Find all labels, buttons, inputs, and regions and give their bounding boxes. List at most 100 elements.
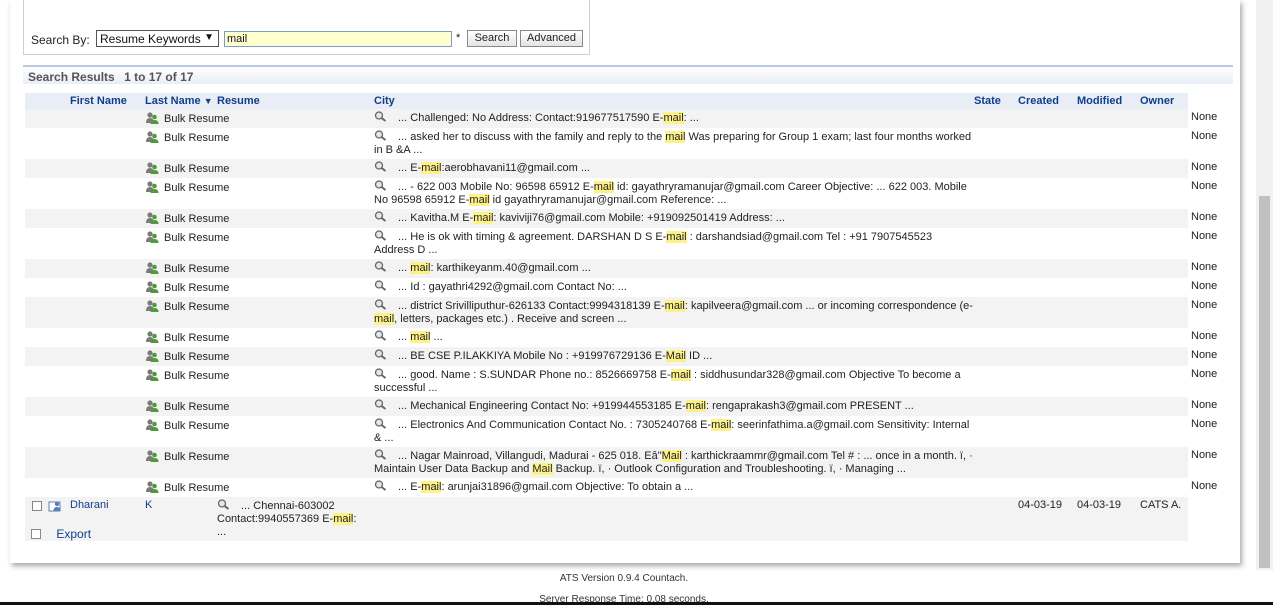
cell-state: [974, 366, 1018, 397]
magnifier-icon[interactable]: [374, 261, 387, 272]
table-row[interactable]: Bulk Resume ... E-mail: arunjai31896@gma…: [25, 478, 1220, 497]
contact-person-icon: [145, 299, 159, 313]
vertical-scrollbar[interactable]: [1256, 0, 1273, 570]
magnifier-icon[interactable]: [374, 299, 387, 310]
required-mark: *: [456, 32, 461, 44]
snippet-text: ID ...: [685, 350, 713, 362]
candidate-first-name[interactable]: Dharani: [70, 499, 109, 511]
table-row[interactable]: Bulk Resume ... He is ok with timing & a…: [25, 228, 1220, 259]
header-extra: [1188, 93, 1220, 109]
snippet-text: , letters, packages etc.) . Receive and …: [394, 313, 627, 325]
magnifier-icon[interactable]: [374, 230, 387, 241]
cell-owner: [1140, 328, 1188, 347]
cell-owner-value: None: [1188, 328, 1220, 347]
advanced-button[interactable]: Advanced: [520, 30, 583, 47]
cell-select: [25, 228, 70, 259]
table-row[interactable]: Bulk Resume ... Electronics And Communic…: [25, 416, 1220, 447]
header-resume[interactable]: Resume: [217, 93, 374, 109]
table-row[interactable]: Bulk Resume ... E-mail:aerobhavani11@gma…: [25, 159, 1220, 178]
cell-snippet: ... - 622 003 Mobile No: 96598 65912 E-m…: [374, 178, 974, 209]
cell-modified: [1077, 478, 1140, 497]
magnifier-icon[interactable]: [374, 161, 387, 172]
cell-snippet: ... Id : gayathri4292@gmail.com Contact …: [374, 278, 974, 297]
header-last-name[interactable]: Last Name ▼: [145, 93, 217, 109]
cell-state: [974, 109, 1018, 128]
cell-owner: [1140, 416, 1188, 447]
cell-owner-value: None: [1188, 397, 1220, 416]
table-row[interactable]: Bulk Resume ... good. Name : S.SUNDAR Ph…: [25, 366, 1220, 397]
cell-first-name: [70, 328, 145, 347]
table-row[interactable]: Bulk Resume ... Id : gayathri4292@gmail.…: [25, 278, 1220, 297]
table-row[interactable]: Bulk Resume ... Nagar Mainroad, Villangu…: [25, 447, 1220, 478]
row-name: Bulk Resume: [164, 213, 230, 225]
magnifier-icon[interactable]: [374, 111, 387, 122]
cell-modified: [1077, 366, 1140, 397]
cell-last-name: Bulk Resume: [145, 366, 374, 397]
table-row[interactable]: Bulk Resume ... Kavitha.M E-mail: kavivi…: [25, 209, 1220, 228]
cell-created: [1018, 128, 1077, 159]
table-row[interactable]: Bulk Resume ... mail: karthikeyanm.40@gm…: [25, 259, 1220, 278]
magnifier-icon[interactable]: [374, 368, 387, 379]
search-input[interactable]: [224, 31, 452, 47]
magnifier-icon[interactable]: [374, 280, 387, 291]
row-name: Bulk Resume: [164, 301, 230, 313]
snippet-text: ... good. Name : S.SUNDAR Phone no.: 852…: [395, 369, 671, 381]
cell-owner-value: None: [1188, 447, 1220, 478]
magnifier-icon[interactable]: [374, 418, 387, 429]
candidate-last-name[interactable]: K: [145, 499, 152, 511]
header-first-name[interactable]: First Name: [70, 93, 145, 109]
table-row[interactable]: Bulk Resume ... - 622 003 Mobile No: 965…: [25, 178, 1220, 209]
table-row-candidate[interactable]: Dharani K ... Chennai-603002 Contact:9940…: [25, 497, 1220, 541]
scrollbar-thumb[interactable]: [1259, 196, 1270, 568]
table-row[interactable]: Bulk Resume ... BE CSE P.ILAKKIYA Mobile…: [25, 347, 1220, 366]
cell-resume-snippet: ... Chennai-603002 Contact:9940557369 E-…: [217, 497, 974, 541]
search-button[interactable]: Search: [467, 30, 517, 47]
header-created[interactable]: Created: [1018, 93, 1077, 109]
contact-person-icon: [145, 368, 159, 382]
cell-modified: [1077, 416, 1140, 447]
header-state[interactable]: State: [974, 93, 1018, 109]
search-mode-select[interactable]: Resume Keywords ▼: [96, 30, 219, 47]
magnifier-icon[interactable]: [374, 330, 387, 341]
cell-owner-value: None: [1188, 366, 1220, 397]
snippet-highlight: mail: [664, 300, 685, 312]
table-row[interactable]: Bulk Resume ... mail ... None: [25, 328, 1220, 347]
export-checkbox[interactable]: [31, 529, 41, 539]
cell-state: [974, 397, 1018, 416]
candidate-snippet: ... Chennai-603002 Contact:9940557369 E-…: [217, 499, 367, 539]
cell-owner: [1140, 478, 1188, 497]
table-row[interactable]: Bulk Resume ... Challenged: No Address: …: [25, 109, 1220, 128]
row-checkbox[interactable]: [32, 501, 42, 511]
magnifier-icon[interactable]: [374, 211, 387, 222]
magnifier-icon[interactable]: [374, 449, 387, 460]
snippet-text: ... Mechanical Engineering Contact No: +…: [395, 400, 686, 412]
header-modified[interactable]: Modified: [1077, 93, 1140, 109]
snippet-highlight: mail: [665, 131, 686, 143]
table-row[interactable]: Bulk Resume ... asked her to discuss wit…: [25, 128, 1220, 159]
cell-state: [974, 478, 1018, 497]
table-row[interactable]: Bulk Resume ... district Srivilliputhur-…: [25, 297, 1220, 328]
cell-select: [25, 259, 70, 278]
cell-owner: CATS A.: [1140, 497, 1188, 541]
snippet-highlight: Mail: [532, 463, 553, 475]
contact-person-icon: [145, 449, 159, 463]
table-row[interactable]: Bulk Resume ... Mechanical Engineering C…: [25, 397, 1220, 416]
magnifier-icon[interactable]: [374, 399, 387, 410]
magnifier-icon[interactable]: [374, 180, 387, 191]
snippet-text: ... He is ok with timing & agreement. DA…: [395, 231, 667, 243]
cell-state: [974, 328, 1018, 347]
cell-select: [25, 416, 70, 447]
cell-last-name: Bulk Resume: [145, 397, 374, 416]
header-owner[interactable]: Owner: [1140, 93, 1188, 109]
contact-person-icon: [145, 480, 159, 494]
export-link[interactable]: Export: [56, 527, 91, 541]
magnifier-icon[interactable]: [217, 499, 230, 510]
magnifier-icon[interactable]: [374, 480, 387, 491]
header-city[interactable]: City: [374, 93, 974, 109]
magnifier-icon[interactable]: [374, 130, 387, 141]
candidate-icon[interactable]: [48, 499, 62, 517]
cell-first-name: [70, 109, 145, 128]
snippet-highlight: mail: [670, 369, 691, 381]
snippet-text: :aerobhavani11@gmail.com ...: [441, 162, 590, 174]
magnifier-icon[interactable]: [374, 349, 387, 360]
